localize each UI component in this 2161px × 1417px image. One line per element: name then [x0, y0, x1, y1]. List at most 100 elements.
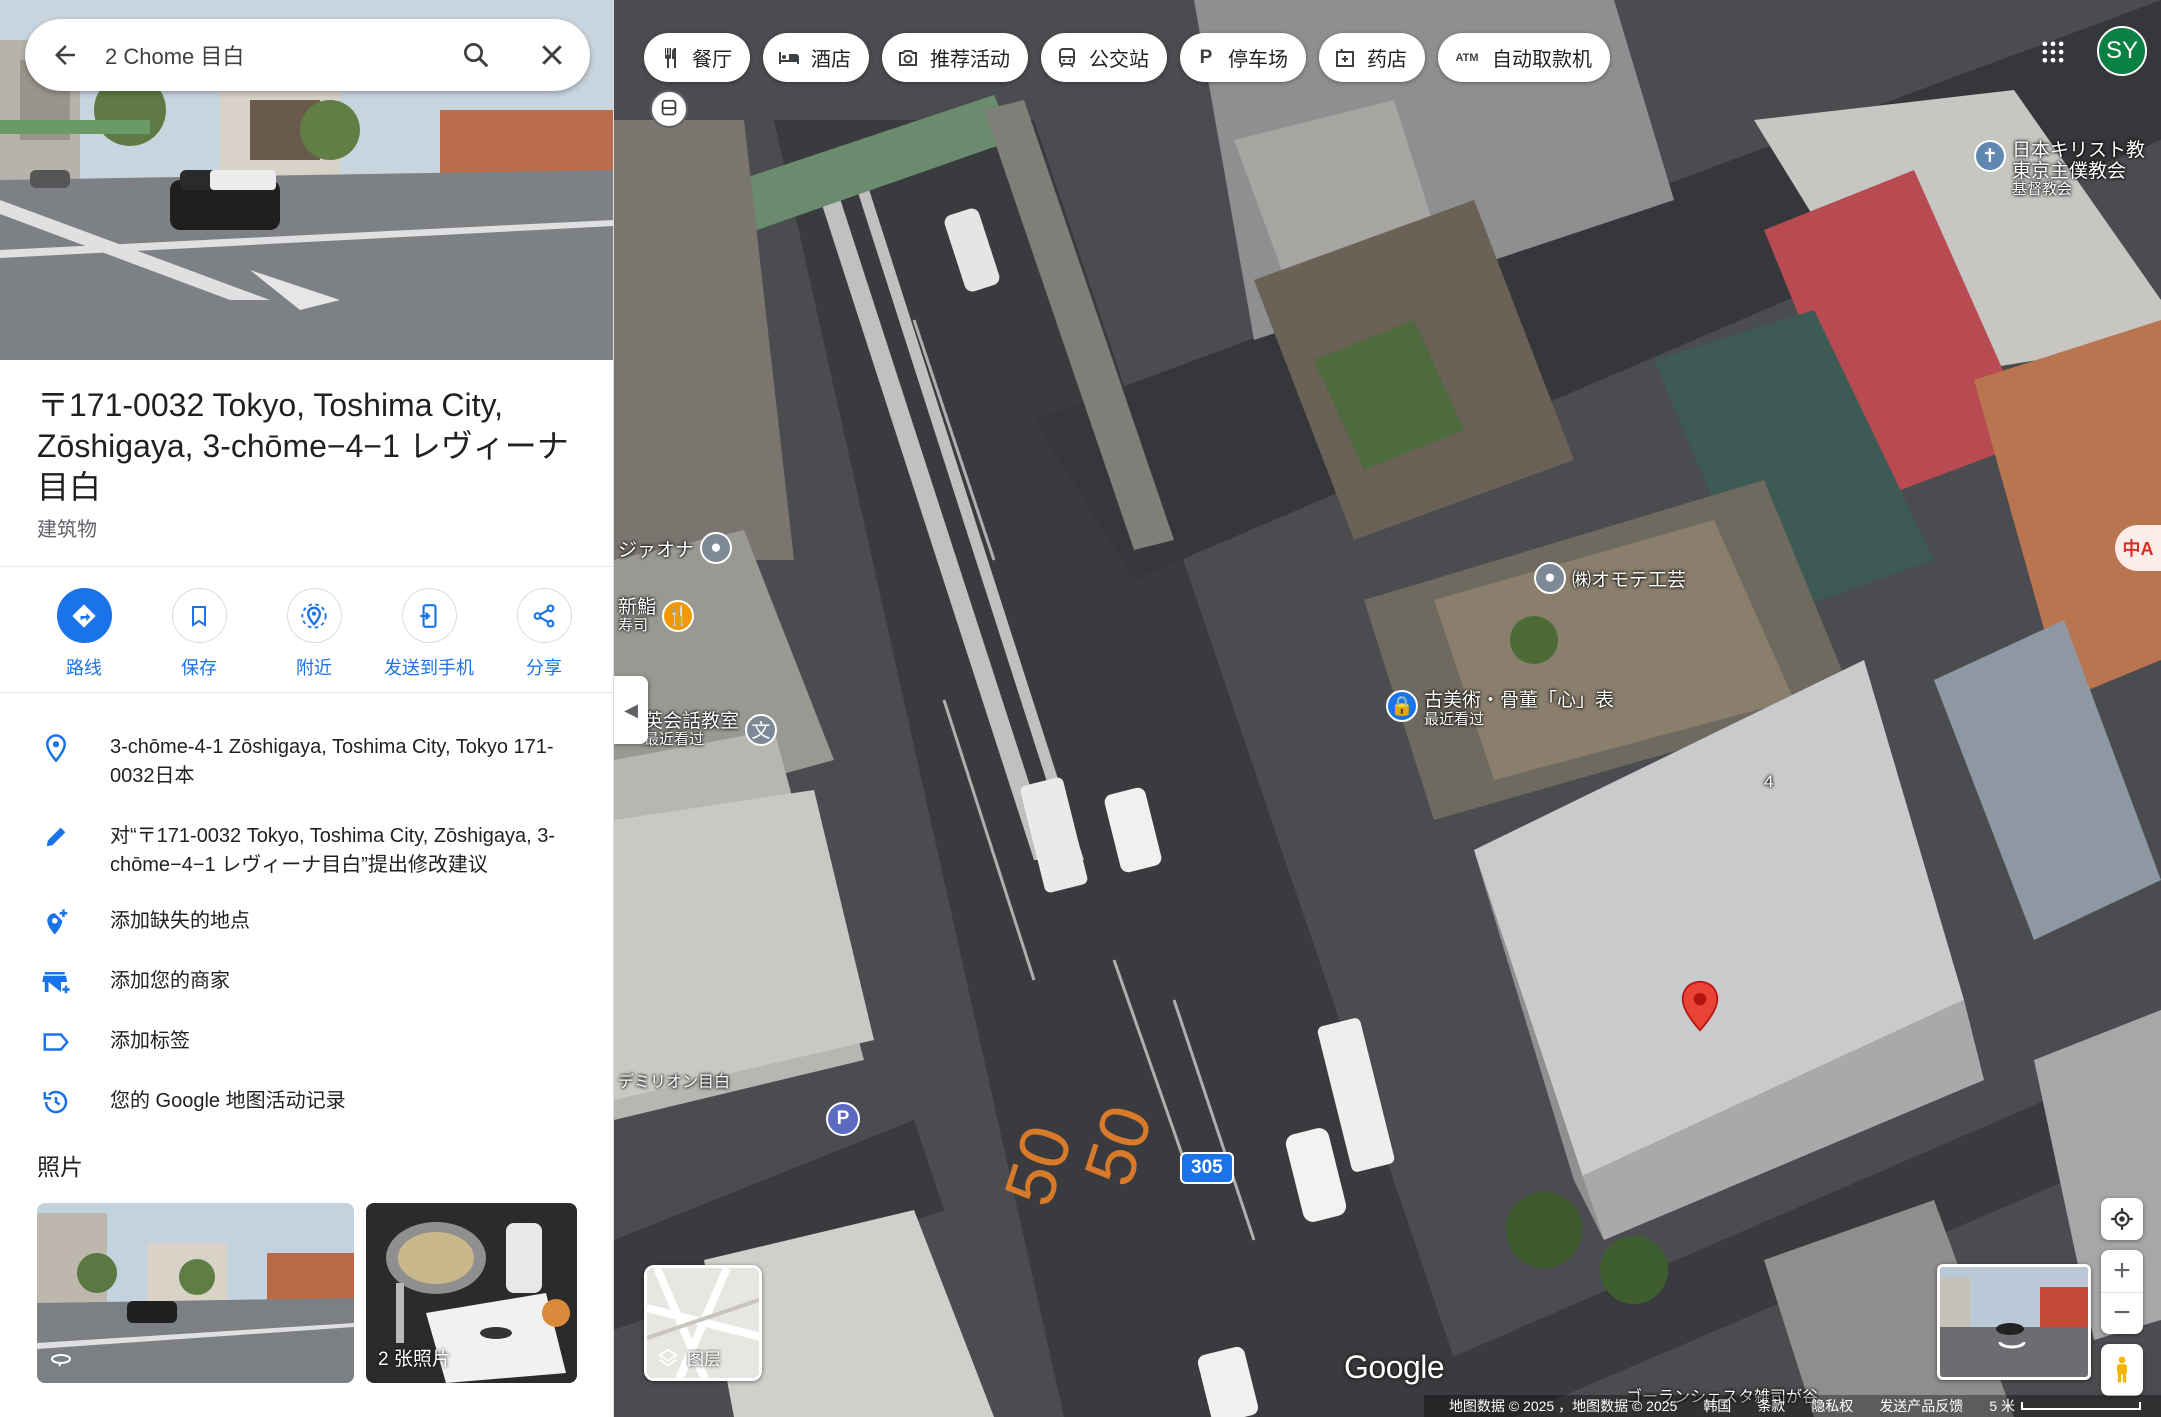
share-icon	[533, 604, 555, 627]
poi-label: ジァオナ	[618, 539, 695, 561]
photo-image	[37, 1203, 354, 1383]
poi-omote[interactable]: ● ㈱オモテ工芸	[1534, 562, 1686, 594]
street-view-preview[interactable]	[1937, 1264, 2091, 1380]
account-avatar[interactable]: SY	[2097, 26, 2147, 76]
add-place-icon	[38, 904, 74, 940]
directions-button[interactable]: 路线	[34, 588, 134, 680]
share-button[interactable]: 分享	[494, 588, 594, 680]
layers-icon	[658, 1348, 678, 1366]
privacy-link[interactable]: 隐私权	[1811, 1396, 1853, 1416]
search-button[interactable]	[438, 40, 514, 70]
suggest-edit-row[interactable]: 对“〒171-0032 Tokyo, Toshima City, Zōshiga…	[0, 801, 613, 890]
camera-icon	[896, 46, 920, 70]
building-number: 4	[1764, 772, 1774, 791]
poi-label: 日本キリスト教	[2012, 140, 2146, 161]
action-buttons: 路线 保存 附近 发送到手机 分享	[34, 588, 594, 680]
label-icon	[38, 1024, 74, 1060]
poi-label: 東京主僕教会	[2012, 161, 2127, 182]
clear-search-button[interactable]	[514, 40, 590, 70]
selected-location-marker[interactable]	[1678, 980, 1722, 1032]
poi-sublabel: 最近看过	[1424, 711, 1485, 728]
street-view-360-icon	[51, 1354, 71, 1367]
collapse-panel-button[interactable]: ◀	[614, 676, 648, 744]
parking-marker[interactable]: P	[826, 1102, 860, 1136]
poi-jiaona[interactable]: ジァオナ ●	[618, 532, 733, 564]
chip-parking[interactable]: P 停车场	[1180, 33, 1306, 82]
add-missing-place-row[interactable]: 添加缺失的地点	[0, 890, 613, 950]
poi-label: デミリオン目白	[618, 1074, 731, 1091]
bookmark-icon	[192, 605, 206, 627]
poi-english-school[interactable]: 英会話教室 最近看过 文	[644, 712, 778, 748]
chip-label: 公交站	[1089, 49, 1149, 71]
pegman-icon	[2117, 1356, 2127, 1383]
terms-link[interactable]: 条款	[1757, 1396, 1785, 1416]
close-icon	[542, 45, 562, 65]
chip-restaurants[interactable]: 餐厅	[644, 33, 750, 82]
translate-button[interactable]: 中A	[2115, 525, 2161, 571]
zoom-out-button[interactable]: −	[2101, 1291, 2143, 1335]
chip-pharmacy[interactable]: 药店	[1319, 33, 1425, 82]
save-button[interactable]: 保存	[149, 588, 249, 680]
church-icon: ✝	[1974, 140, 2006, 172]
poi-antique[interactable]: 🔒 古美術・骨董「心」表 最近看过	[1386, 690, 1614, 727]
chip-things-to-do[interactable]: 推荐活动	[882, 33, 1028, 82]
pharmacy-icon	[1333, 46, 1357, 70]
attribution-bar: 地图数据 © 2025 ，地图数据 © 2025 韩国 条款 隐私权 发送产品反…	[614, 1395, 2161, 1417]
hotel-icon	[777, 46, 801, 70]
shopping-bag-icon: 🔒	[1386, 690, 1418, 722]
map-data-attribution: 地图数据 © 2025 ，地图数据 © 2025	[1448, 1398, 1678, 1414]
pegman-button[interactable]	[2101, 1344, 2143, 1396]
restaurant-icon	[658, 46, 682, 70]
chip-hotels[interactable]: 酒店	[763, 33, 869, 82]
action-label: 分享	[526, 658, 562, 678]
chip-label: 推荐活动	[930, 49, 1010, 71]
add-label-text: 添加标签	[110, 1030, 190, 1052]
place-info-list: 3-chōme-4-1 Zōshigaya, Toshima City, Tok…	[0, 720, 613, 1130]
address-row[interactable]: 3-chōme-4-1 Zōshigaya, Toshima City, Tok…	[0, 720, 613, 801]
chip-label: 自动取款机	[1492, 49, 1592, 71]
place-category[interactable]: 建筑物	[37, 513, 97, 542]
google-apps-button[interactable]	[2033, 32, 2073, 72]
arrow-back-icon	[55, 45, 75, 65]
search-input[interactable]: 2 Chome 目白	[105, 39, 438, 71]
hero-street-view-photo[interactable]: 2 Chome 目白	[0, 0, 613, 360]
activity-history-text: 您的 Google 地图活动记录	[110, 1090, 346, 1112]
add-business-row[interactable]: 添加您的商家	[0, 950, 613, 1010]
activity-history-row[interactable]: 您的 Google 地图活动记录	[0, 1070, 613, 1130]
poi-church[interactable]: ✝ 日本キリスト教 東京主僕教会 基督教会	[1974, 140, 2145, 197]
poi-label: 新鮨	[618, 597, 657, 618]
bus-stop-marker[interactable]	[650, 90, 688, 128]
school-icon: 文	[745, 713, 778, 746]
search-bar: 2 Chome 目白	[25, 19, 590, 91]
add-label-row[interactable]: 添加标签	[0, 1010, 613, 1070]
restaurant-icon: 🍴	[662, 599, 695, 632]
feedback-link[interactable]: 发送产品反馈	[1879, 1396, 1963, 1416]
poi-sublabel: 最近看过	[644, 731, 705, 748]
poi-label: 古美術・骨董「心」表	[1424, 690, 1615, 711]
chip-atm[interactable]: ATM 自动取款机	[1438, 33, 1610, 82]
place-details-panel: 2 Chome 目白 〒171-0032 Tokyo, Toshima City…	[0, 0, 614, 1417]
zoom-controls: + −	[2101, 1250, 2143, 1334]
chip-transit[interactable]: 公交站	[1041, 33, 1167, 82]
map-controls: + −	[2101, 1198, 2143, 1396]
atm-icon: ATM	[1455, 51, 1479, 64]
layers-button[interactable]: 图层	[644, 1265, 762, 1381]
back-button[interactable]	[25, 40, 105, 70]
map-canvas[interactable]: 50 50 餐厅 酒店 推荐活动 公交站 P 停车场 药店 ATM 自动取款机 …	[614, 0, 2161, 1417]
photo-gallery[interactable]: 2 张照片	[366, 1203, 577, 1383]
chevron-left-icon: ◀	[624, 699, 638, 720]
place-pin-icon: ●	[1534, 562, 1566, 594]
street-view-badge	[49, 1347, 73, 1371]
region-link[interactable]: 韩国	[1703, 1396, 1731, 1416]
poi-sushi[interactable]: 新鮨 寿司 🍴	[618, 597, 695, 633]
action-label: 发送到手机	[384, 658, 474, 678]
scale-bar[interactable]: 5 米	[1989, 1396, 2141, 1416]
my-location-button[interactable]	[2101, 1198, 2143, 1240]
chip-label: 停车场	[1228, 49, 1288, 71]
zoom-in-button[interactable]: +	[2101, 1250, 2143, 1292]
photo-street-view[interactable]	[37, 1203, 354, 1383]
poi-demirion[interactable]: デミリオン目白	[618, 1075, 730, 1091]
search-icon	[464, 43, 489, 68]
nearby-button[interactable]: 附近	[264, 588, 364, 680]
send-to-phone-button[interactable]: 发送到手机	[379, 588, 479, 680]
